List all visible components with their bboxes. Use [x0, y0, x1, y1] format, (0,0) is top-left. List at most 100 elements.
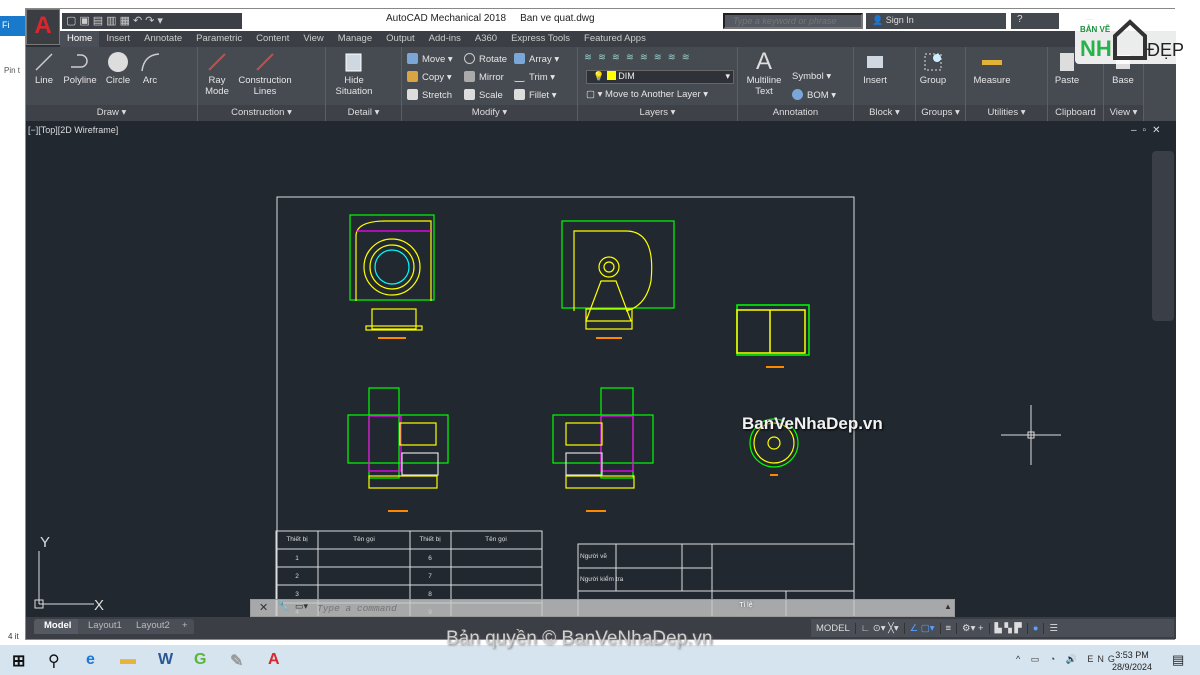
sign-in-button[interactable]: 👤 Sign In [866, 13, 1006, 29]
layer-dropdown[interactable]: 💡 DIM ▾ [586, 70, 734, 84]
ray-icon [208, 53, 226, 71]
tab-add-ins[interactable]: Add-ins [422, 31, 468, 47]
block-panel-label[interactable]: Block ▾ [854, 105, 915, 121]
command-input[interactable] [317, 601, 737, 615]
lineweight-icon[interactable]: ≡ [941, 622, 958, 634]
annotation-scale-icon[interactable]: ▙ ▚ ▛ [990, 622, 1028, 634]
construction-lines-button[interactable]: Construction Lines [236, 51, 294, 97]
model-space-button[interactable]: MODEL [811, 622, 856, 634]
tab-output[interactable]: Output [379, 31, 422, 47]
tab-content[interactable]: Content [249, 31, 296, 47]
rotate-button[interactable]: Rotate [464, 53, 507, 65]
tab-a360[interactable]: A360 [468, 31, 504, 47]
tab-express-tools[interactable]: Express Tools [504, 31, 577, 47]
move-to-another-layer-button[interactable]: ▢ ▾ Move to Another Layer ▾ [586, 89, 708, 100]
fillet-button[interactable]: Fillet ▾ [514, 89, 556, 101]
modify-panel-label[interactable]: Modify ▾ [402, 105, 577, 121]
construction-panel-label[interactable]: Construction ▾ [198, 105, 325, 121]
autocad-taskbar-icon[interactable]: A [268, 651, 280, 669]
circle-icon [108, 52, 128, 72]
trim-button[interactable]: Trim ▾ [514, 71, 555, 83]
prompt-icon[interactable]: ▭▾ [295, 601, 308, 612]
settings-icon[interactable]: ⚙▾ + [957, 622, 990, 634]
edge-browser-icon[interactable]: e [86, 651, 95, 669]
bom-button[interactable]: BOM ▾ [792, 89, 836, 101]
notification-icon[interactable]: ▤ [1172, 652, 1184, 668]
symbol-button[interactable]: Symbol ▾ [792, 71, 831, 82]
tab-home[interactable]: Home [60, 31, 100, 47]
wrench-icon[interactable]: 🔧 [277, 601, 289, 612]
clock-time: 3:53 PM [1115, 650, 1149, 660]
clock-date: 28/9/2024 [1112, 662, 1153, 672]
drawing-border [276, 196, 855, 617]
isolate-objects-icon[interactable]: ● [1028, 622, 1045, 634]
detail-panel: Hide Situation Detail ▾ [326, 47, 402, 121]
polar-tracking-icon[interactable]: ∠ ▢▾ [905, 622, 941, 634]
copy-button[interactable]: Copy ▾ [407, 71, 452, 83]
tab-layout2[interactable]: Layout2 [126, 619, 180, 634]
utilities-panel-label[interactable]: Utilities ▾ [966, 105, 1047, 121]
circle-button[interactable]: Circle [102, 51, 134, 86]
quick-access-toolbar[interactable]: ▢▣▤▥▦↶↷▾ [62, 13, 242, 29]
application-menu-button[interactable]: A [26, 9, 60, 45]
clock[interactable]: 3:53 PM 28/9/2024 [1112, 649, 1152, 673]
search-icon[interactable]: ⚲ [48, 651, 60, 671]
file-explorer-icon[interactable]: ▬ [120, 651, 136, 669]
expand-history-icon[interactable]: ▲ [944, 602, 952, 611]
array-button[interactable]: Array ▾ [514, 53, 559, 65]
ucs-icon [34, 551, 94, 609]
customize-icon[interactable]: ☰ [1044, 623, 1063, 634]
multiline-text-button[interactable]: A Multiline Text [742, 49, 786, 98]
layer-tools-icons[interactable]: ≋≋≋≋≋≋≋≋ [584, 52, 696, 63]
draw-panel-label[interactable]: Draw ▾ [26, 105, 197, 121]
fan-rear-view [561, 220, 675, 339]
groups-panel-label[interactable]: Groups ▾ [916, 105, 965, 121]
ray-mode-button[interactable]: Ray Mode [202, 51, 232, 97]
tab-view[interactable]: View [296, 31, 330, 47]
fan-front-view [349, 214, 435, 339]
view-panel-label[interactable]: View ▾ [1104, 105, 1143, 121]
clipboard-panel-label: Clipboard [1048, 105, 1103, 121]
command-line: ✕ 🔧 ▭▾ ▲ [250, 599, 955, 617]
layers-panel-label[interactable]: Layers ▾ [578, 105, 737, 121]
help-button[interactable]: ? [1011, 13, 1059, 29]
tab-layout1[interactable]: Layout1 [78, 619, 132, 634]
polyline-button[interactable]: Polyline [60, 51, 100, 86]
polyline-icon [71, 54, 88, 68]
system-tray[interactable]: ^ ▭ ◔ 🔊 ENG [1016, 654, 1119, 665]
word-icon[interactable]: W [158, 651, 173, 669]
tab-parametric[interactable]: Parametric [189, 31, 249, 47]
tool-label: Insert [863, 75, 887, 86]
move-button[interactable]: Move ▾ [407, 53, 453, 65]
add-layout-button[interactable]: + [176, 619, 194, 634]
paint-icon[interactable]: ✎ [230, 651, 243, 671]
drawing-svg: Thiết bị Tên gọi Thiết bị Tên gọi 16 27 … [34, 196, 1061, 617]
construction-line-icon [256, 53, 274, 71]
close-icon[interactable]: ✕ [259, 601, 268, 614]
tab-model[interactable]: Model [34, 619, 82, 634]
detail-panel-label[interactable]: Detail ▾ [326, 105, 401, 121]
grid-snap-icon[interactable]: ∟ ⊙▾ ╳▾ [856, 622, 905, 634]
tab-insert[interactable]: Insert [99, 31, 137, 47]
search-input[interactable] [723, 13, 863, 29]
svg-text:NH: NH [1080, 36, 1112, 61]
fan-top-view [736, 304, 810, 368]
app-icon[interactable]: G [194, 651, 206, 669]
scale-button[interactable]: Scale [464, 89, 503, 101]
mirror-button[interactable]: Mirror [464, 71, 504, 83]
tool-label: Ray Mode [205, 75, 229, 97]
tab-featured-apps[interactable]: Featured Apps [577, 31, 653, 47]
tab-annotate[interactable]: Annotate [137, 31, 189, 47]
annotation-panel: A Multiline Text Symbol ▾ BOM ▾ Annotatio… [738, 47, 854, 121]
measure-button[interactable]: Measure [972, 51, 1012, 86]
insert-button[interactable]: Insert [860, 51, 890, 86]
windows-start-icon[interactable]: ⊞ [12, 651, 25, 671]
line-button[interactable]: Line [30, 51, 58, 86]
drawing-canvas[interactable]: [−][Top][2D Wireframe] –▫✕ Thiết bị Tên … [26, 121, 1176, 617]
arc-button[interactable]: Arc [136, 51, 164, 86]
tab-manage[interactable]: Manage [331, 31, 379, 47]
measure-icon [982, 60, 1002, 65]
group-button[interactable]: Group [918, 51, 948, 86]
stretch-button[interactable]: Stretch [407, 89, 452, 101]
hide-situation-button[interactable]: Hide Situation [332, 51, 376, 97]
